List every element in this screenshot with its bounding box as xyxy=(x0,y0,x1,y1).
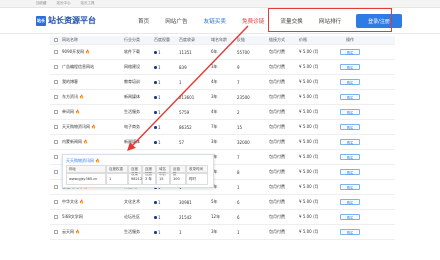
annotation-arrow xyxy=(127,25,249,152)
